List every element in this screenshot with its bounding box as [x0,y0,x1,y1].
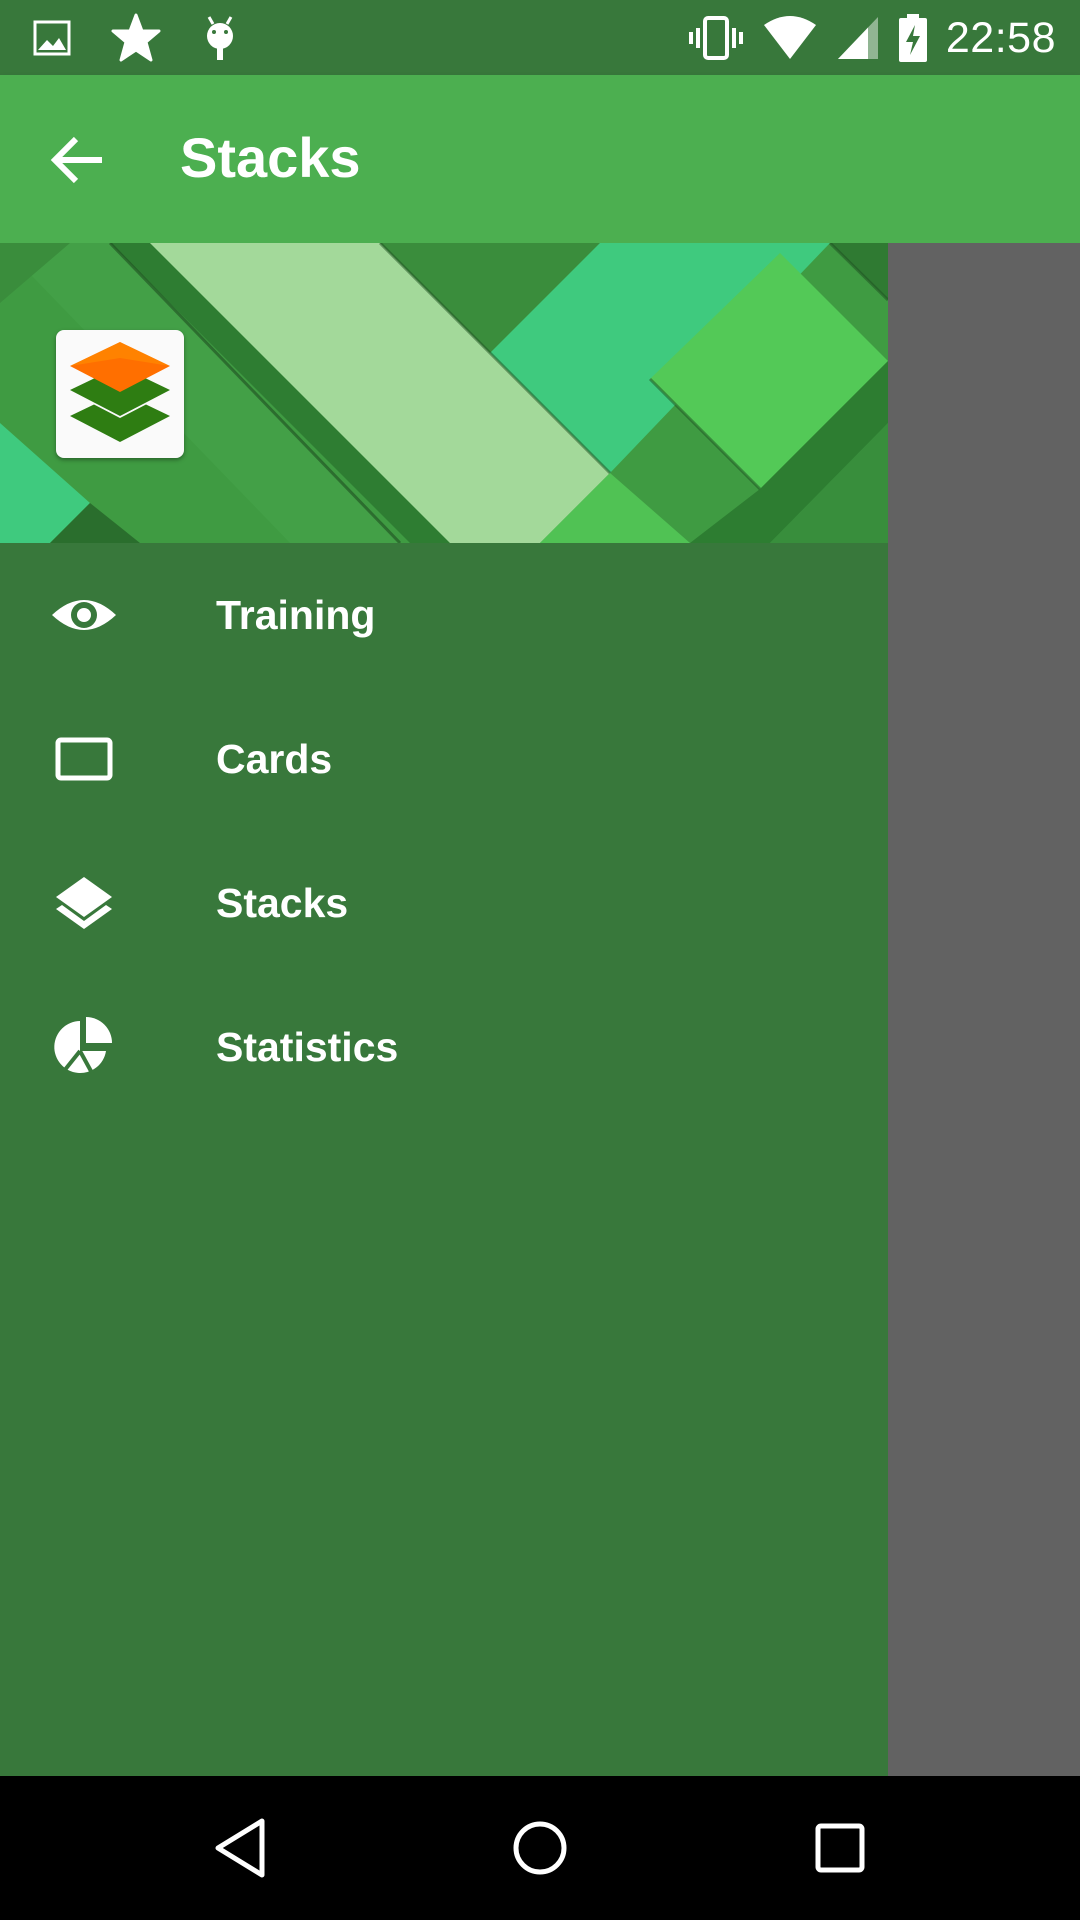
status-bar: 22:58 [0,0,1080,75]
drawer-item-stacks[interactable]: Stacks [0,831,888,975]
back-button[interactable] [42,125,112,195]
app-bar: Stacks [0,75,1080,243]
layers-icon [50,869,118,937]
system-nav-bar [0,1776,1080,1920]
navigation-drawer: Training Cards Stacks Statistics [0,243,888,1776]
back-triangle-icon [206,1818,276,1887]
card-icon [50,725,118,793]
android-icon [200,14,240,62]
stacks-app-logo-icon [56,342,184,462]
drawer-menu: Training Cards Stacks Statistics [0,543,888,1119]
drawer-item-label: Training [216,591,376,638]
wifi-icon [762,15,818,61]
drawer-item-statistics[interactable]: Statistics [0,975,888,1119]
nav-recents-button[interactable] [805,1813,875,1883]
star-icon [110,12,162,64]
recents-square-icon [805,1823,875,1887]
drawer-scrim[interactable] [888,243,1080,1776]
battery-charging-icon [898,13,928,63]
nav-home-button[interactable] [505,1813,575,1883]
vibrate-icon [688,14,744,62]
signal-icon [836,15,880,61]
drawer-item-label: Statistics [216,1023,399,1070]
drawer-item-label: Stacks [216,879,349,926]
eye-icon [50,581,118,649]
home-circle-icon [505,1821,575,1887]
page-title: Stacks [180,126,361,189]
clock: 22:58 [945,13,1056,62]
drawer-item-label: Cards [216,735,333,782]
nav-back-button[interactable] [206,1813,276,1883]
image-icon [32,18,72,58]
drawer-item-training[interactable]: Training [0,543,888,687]
pie-chart-icon [50,1013,118,1081]
drawer-header [0,243,888,543]
app-logo [56,330,184,458]
drawer-item-cards[interactable]: Cards [0,687,888,831]
arrow-back-icon [42,136,112,199]
